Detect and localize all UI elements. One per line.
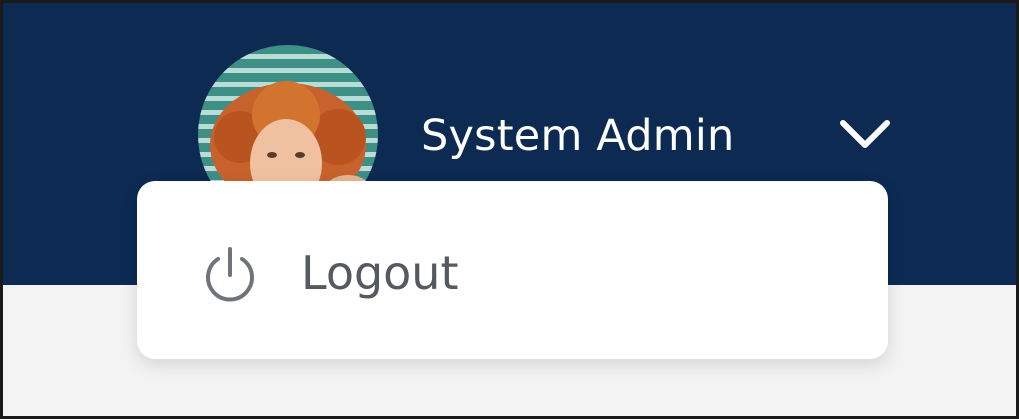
- chevron-down-icon[interactable]: [837, 117, 893, 153]
- user-dropdown-menu: Logout: [137, 181, 888, 359]
- power-icon: [206, 247, 254, 302]
- logout-menu-item[interactable]: Logout: [197, 227, 459, 319]
- logout-label: Logout: [301, 246, 459, 300]
- user-name[interactable]: System Admin: [421, 101, 734, 171]
- app-window: System Admin Logout: [0, 0, 1019, 419]
